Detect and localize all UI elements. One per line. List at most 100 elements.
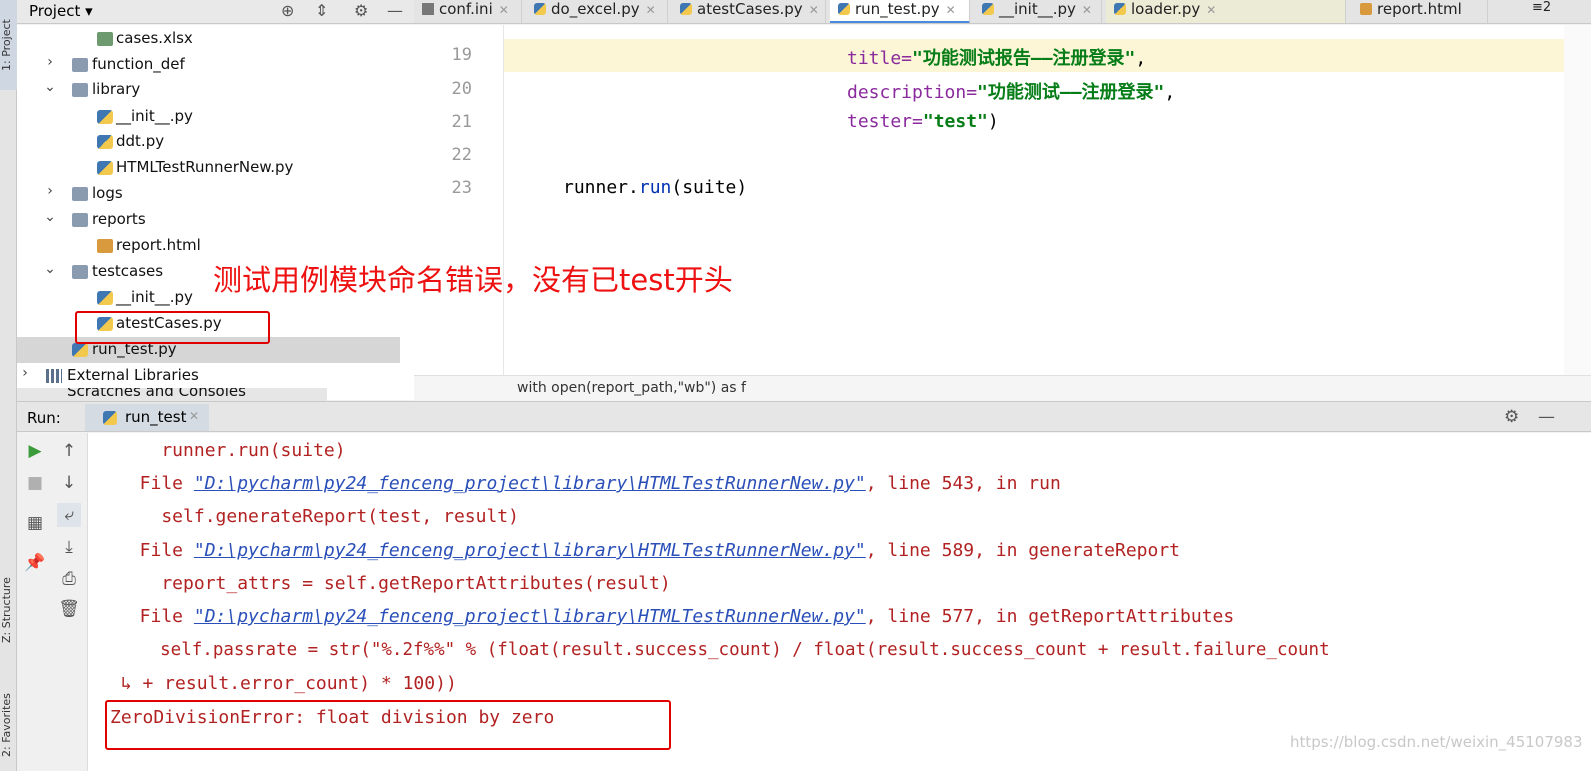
pin-icon[interactable]: 📌	[23, 551, 47, 575]
folder-icon	[72, 213, 88, 227]
tree-item-label: reports	[92, 210, 146, 228]
python-file-icon	[1114, 3, 1126, 15]
tree-item-library-init[interactable]: __init__.py	[17, 104, 400, 130]
trash-icon[interactable]: 🗑	[57, 597, 81, 621]
python-file-icon	[72, 343, 88, 357]
code-param: description=	[847, 82, 978, 103]
python-file-icon	[97, 291, 113, 305]
run-tab-run-test[interactable]: run_test ✕	[85, 404, 209, 431]
console-line: ↳ + result.error_count) * 100))	[110, 673, 457, 694]
highlight-box-atestcases	[75, 311, 270, 344]
tab-run-test[interactable]: run_test.py ✕	[830, 0, 970, 23]
arrow-up-icon[interactable]: ↑	[57, 439, 81, 463]
scroll-to-end-icon[interactable]: ⤓	[57, 535, 81, 559]
soft-wrap-icon[interactable]: ⤶	[57, 503, 81, 527]
close-icon[interactable]: ✕	[499, 3, 509, 17]
code-param: title=	[847, 48, 913, 69]
chevron-right-icon[interactable]: ›	[18, 365, 32, 381]
console-text: , line 543, in run	[865, 473, 1061, 494]
tree-item-library[interactable]: ⌄ library	[17, 77, 400, 103]
code-editor[interactable]: 19 20 21 22 23 title="功能测试报告——注册登录", des…	[414, 25, 1591, 375]
tree-item-label: report.html	[116, 236, 201, 254]
console-line: self.generateReport(test, result)	[118, 506, 519, 527]
console-line: File "D:\pycharm\py24_fenceng_project\li…	[118, 606, 1235, 627]
console-file-link[interactable]: "D:\pycharm\py24_fenceng_project\library…	[194, 473, 866, 494]
tree-item-report-html[interactable]: report.html	[17, 233, 400, 259]
run-toolbar: ▶ ↑ ■ ↓ ⤶ ▦ ⤓ 📌 ⎙ 🗑	[17, 433, 88, 771]
close-icon[interactable]: ✕	[1206, 3, 1216, 17]
tab-atestcases[interactable]: atestCases.py ✕	[672, 0, 826, 23]
code-string: "功能测试报告——注册登录"	[912, 48, 1136, 69]
html-file-icon	[1360, 3, 1372, 15]
annotation-text: 测试用例模块命名错误，没有已test开头	[213, 263, 733, 297]
tree-item-scratches[interactable]: Scratches and Consoles	[17, 388, 327, 401]
stop-icon[interactable]: ■	[23, 471, 47, 495]
chevron-down-icon[interactable]: ⌄	[43, 261, 57, 277]
tabs-overflow-icon: ≡	[1532, 0, 1543, 15]
structure-tool-tab[interactable]: Z: Structure	[0, 560, 17, 660]
tree-item-htmltestrunner[interactable]: HTMLTestRunnerNew.py	[17, 155, 400, 181]
chevron-right-icon[interactable]: ›	[43, 183, 57, 199]
python-file-icon	[680, 3, 692, 15]
close-icon[interactable]: ✕	[809, 3, 819, 17]
run-tab-label: run_test	[125, 408, 187, 426]
tree-item-cases-xlsx[interactable]: cases.xlsx	[17, 26, 400, 52]
tab-label: conf.ini	[439, 0, 493, 18]
collapse-all-icon[interactable]: ⇕	[315, 1, 328, 20]
close-icon[interactable]: ✕	[189, 409, 199, 423]
tab-label: atestCases.py	[697, 0, 803, 18]
tab-do-excel[interactable]: do_excel.py ✕	[526, 0, 668, 23]
tree-item-reports[interactable]: ⌄ reports	[17, 207, 400, 233]
rerun-icon[interactable]: ▶	[23, 439, 47, 463]
favorites-tool-tab[interactable]: 2: Favorites	[0, 680, 17, 771]
minimize-icon[interactable]: —	[1538, 407, 1555, 427]
print-icon[interactable]: ⎙	[57, 567, 81, 591]
python-file-icon	[103, 411, 117, 425]
close-icon[interactable]: ✕	[1082, 3, 1092, 17]
tree-item-logs[interactable]: › logs	[17, 181, 400, 207]
tree-item-external-libraries[interactable]: › External Libraries	[17, 363, 400, 389]
run-label: Run:	[27, 409, 61, 427]
editor-scroll-marker-strip[interactable]	[1564, 25, 1591, 401]
tree-item-function-def[interactable]: › function_def	[17, 52, 400, 78]
tree-item-label: HTMLTestRunnerNew.py	[116, 158, 294, 176]
console-file-link[interactable]: "D:\pycharm\py24_fenceng_project\library…	[194, 606, 866, 627]
tabs-overflow-count: 2	[1542, 0, 1552, 15]
gear-icon[interactable]: ⚙	[1504, 407, 1519, 427]
python-file-icon	[838, 3, 850, 15]
ini-file-icon	[422, 3, 434, 15]
breadcrumb[interactable]: with open(report_path,"wb") as f	[414, 375, 1591, 401]
tabs-overflow-button[interactable]: ≡2	[1524, 0, 1584, 23]
tree-item-label: testcases	[92, 262, 164, 280]
chevron-down-icon[interactable]: ⌄	[43, 79, 57, 95]
project-view-dropdown[interactable]: Project ▾	[29, 2, 93, 20]
folder-icon	[72, 187, 88, 201]
close-icon[interactable]: ✕	[646, 3, 656, 17]
tree-item-label: __init__.py	[116, 107, 193, 125]
tab-loader[interactable]: loader.py ✕	[1106, 0, 1346, 23]
console-file-link[interactable]: "D:\pycharm\py24_fenceng_project\library…	[194, 540, 866, 561]
tab-label: do_excel.py	[551, 0, 640, 18]
tab-conf-ini[interactable]: conf.ini ✕	[414, 0, 522, 23]
console-line: self.passrate = str("%.2f%%" % (float(re…	[118, 640, 1330, 660]
locate-icon[interactable]: ⊕	[281, 1, 294, 20]
close-icon[interactable]: ✕	[946, 3, 956, 17]
breadcrumb-text: with open(report_path,"wb") as f	[517, 380, 746, 396]
layout-icon[interactable]: ▦	[23, 511, 47, 535]
tree-item-ddt[interactable]: ddt.py	[17, 129, 400, 155]
console-line: runner.run(suite)	[118, 440, 346, 461]
tab-report-html[interactable]: report.html	[1352, 0, 1488, 23]
chevron-right-icon[interactable]: ›	[43, 54, 57, 70]
console-text: File	[118, 540, 194, 561]
code-args: (suite)	[671, 177, 748, 198]
tab-init[interactable]: __init__.py ✕	[974, 0, 1102, 23]
code-line-21: tester="test")	[847, 111, 999, 132]
project-tool-tab[interactable]: 1: Project	[0, 0, 17, 90]
html-file-icon	[97, 239, 113, 253]
code-object: runner.	[563, 177, 639, 198]
chevron-down-icon[interactable]: ⌄	[43, 209, 57, 225]
minimize-icon[interactable]: —	[387, 1, 403, 20]
arrow-down-icon[interactable]: ↓	[57, 471, 81, 495]
gear-icon[interactable]: ⚙	[354, 1, 368, 20]
tab-label: run_test.py	[855, 0, 940, 18]
